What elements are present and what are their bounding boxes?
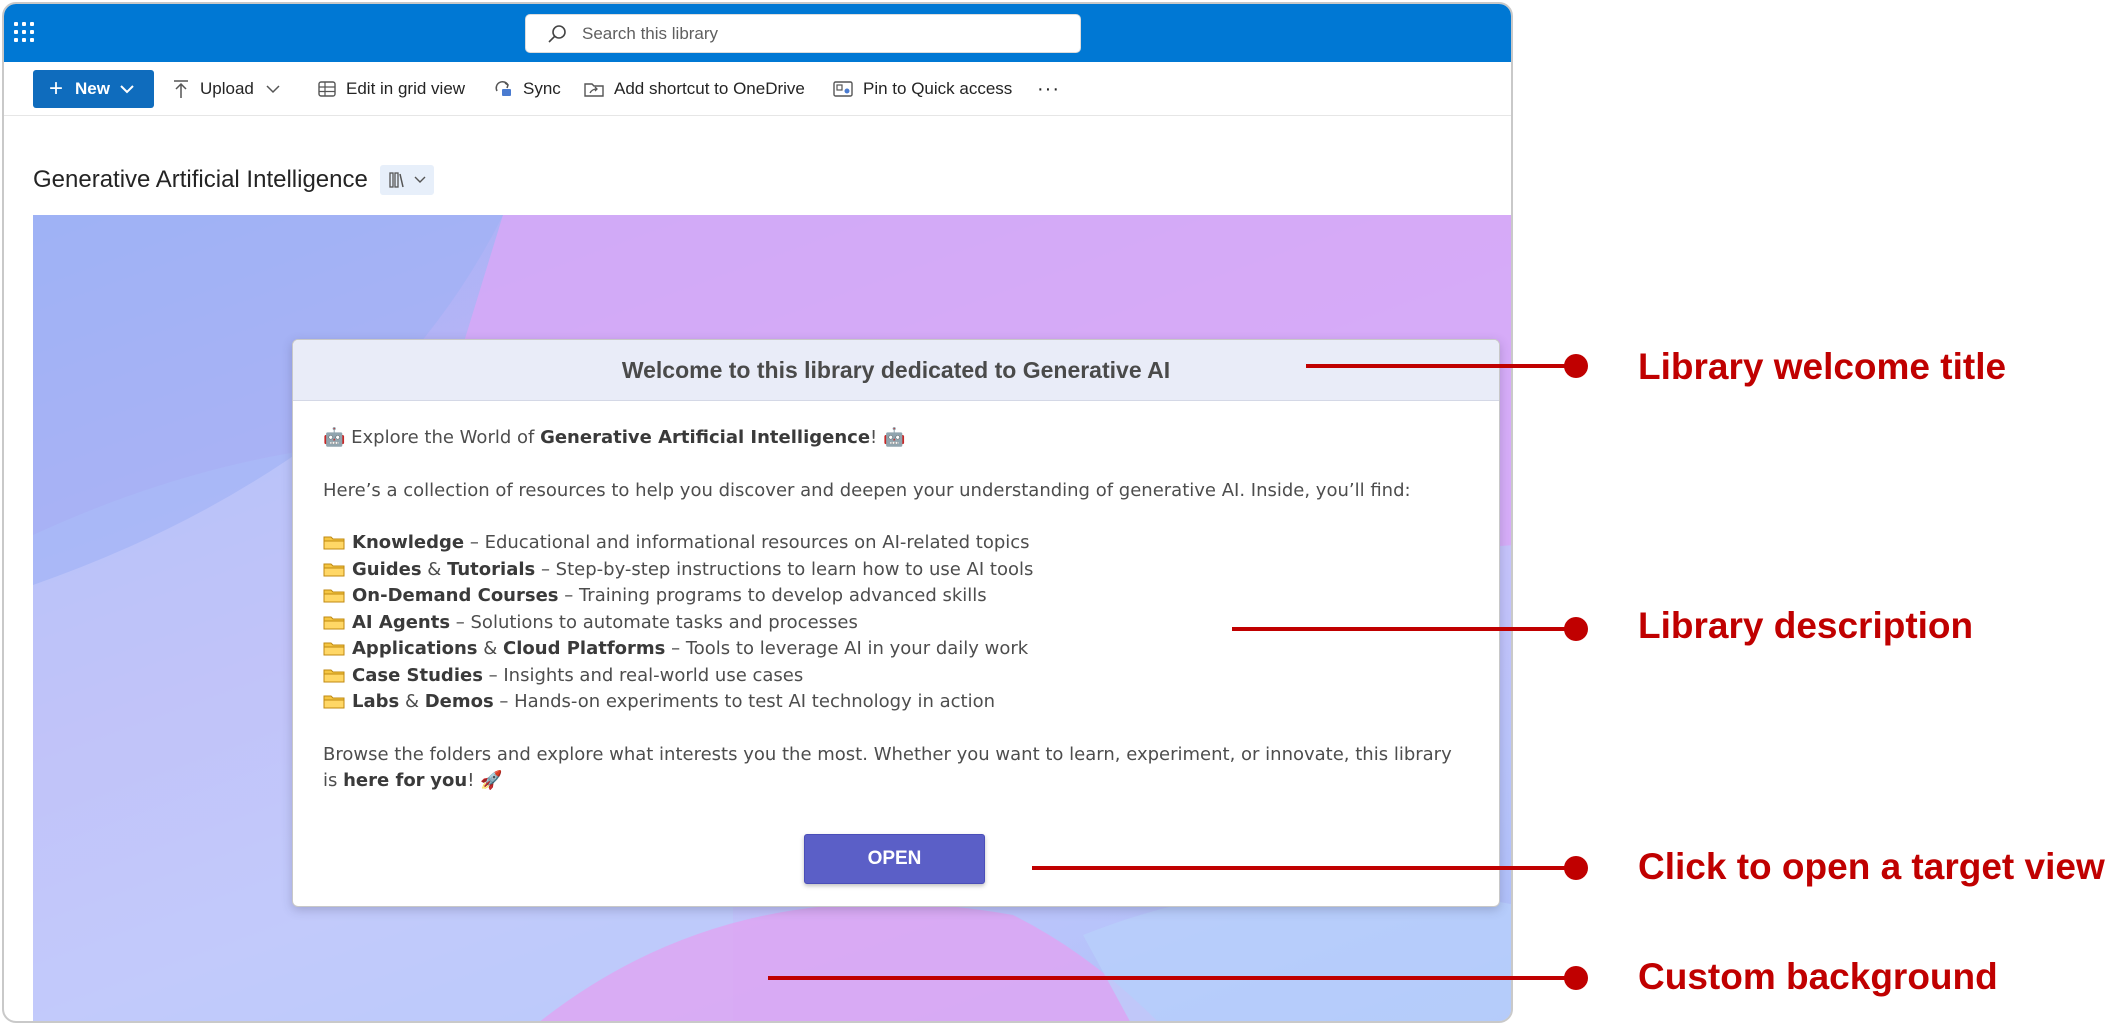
library-header: Generative Artificial Intelligence <box>33 162 434 198</box>
resource-list-item: Applications & Cloud Platforms – Tools t… <box>323 636 1469 663</box>
annotation-line <box>1032 866 1570 870</box>
resource-list-item: Guides & Tutorials – Step-by-step instru… <box>323 557 1469 584</box>
command-bar: + New Upload Edit in grid view Sync Add … <box>4 62 1511 116</box>
folder-icon <box>323 536 345 550</box>
resource-rest: – Training programs to develop advanced … <box>558 585 987 606</box>
robot-emoji-icon: 🤖 <box>323 427 346 448</box>
edit-grid-view-button[interactable]: Edit in grid view <box>318 75 465 103</box>
upload-label: Upload <box>200 79 254 98</box>
annotation-description-label: Library description <box>1638 605 1974 646</box>
app-launcher-icon[interactable] <box>14 22 36 44</box>
welcome-title: Welcome to this library dedicated to Gen… <box>293 340 1499 401</box>
sync-button[interactable]: Sync <box>493 75 561 103</box>
plus-icon: + <box>49 75 64 102</box>
add-shortcut-label: Add shortcut to OneDrive <box>614 79 805 98</box>
resource-rest: – Tools to leverage AI in your daily wor… <box>665 638 1029 659</box>
browse-line: Browse the folders and explore what inte… <box>323 742 1469 795</box>
sync-icon <box>495 81 511 96</box>
view-switcher[interactable] <box>379 165 434 195</box>
annotation-background-label: Custom background <box>1638 956 1998 997</box>
intro-suffix: ! <box>870 427 878 448</box>
resource-rest: – Solutions to automate tasks and proces… <box>450 611 858 633</box>
resource-rest: – Educational and informational resource… <box>464 532 1030 553</box>
folder-icon <box>323 669 345 682</box>
library-description: 🤖 Explore the World of Generative Artifi… <box>293 401 1499 795</box>
folder-icon <box>323 616 345 629</box>
pin-icon <box>833 81 853 97</box>
new-button-label: New <box>75 79 110 98</box>
rocket-emoji-icon: 🚀 <box>480 770 503 791</box>
library-title: Generative Artificial Intelligence <box>33 166 368 193</box>
intro-line: 🤖 Explore the World of Generative Artifi… <box>323 425 1469 452</box>
sync-label: Sync <box>523 79 561 98</box>
resource-bold1: Guides <box>352 558 422 580</box>
resource-amp: & <box>477 638 504 659</box>
resource-bold2: Tutorials <box>447 558 536 580</box>
custom-background: Welcome to this library dedicated to Gen… <box>33 215 1511 1021</box>
upload-icon <box>174 80 188 98</box>
resource-bold2: Cloud Platforms <box>503 638 666 659</box>
chevron-down-icon <box>266 85 280 94</box>
new-button[interactable]: + New <box>33 70 154 108</box>
collection-line: Here’s a collection of resources to help… <box>323 479 1411 501</box>
annotation-open-label: Click to open a target view <box>1638 846 2105 887</box>
resource-list: Knowledge – Educational and informationa… <box>323 530 1469 716</box>
resource-list-item: Knowledge – Educational and informationa… <box>323 530 1469 557</box>
shortcut-icon <box>584 83 604 97</box>
annotation-dot <box>1564 856 1588 880</box>
library-icon <box>389 172 404 188</box>
intro-bold: Generative Artificial Intelligence <box>540 427 871 448</box>
search-icon <box>548 24 566 43</box>
resource-amp: & <box>399 691 425 712</box>
intro-prefix: Explore the World of <box>351 427 541 448</box>
resource-bold1: Knowledge <box>352 532 465 553</box>
search-placeholder: Search this library <box>582 23 719 43</box>
folder-icon <box>323 642 345 656</box>
resource-bold1: Labs <box>352 691 400 712</box>
annotation-title-label: Library welcome title <box>1638 346 2007 387</box>
annotation-dot <box>1564 354 1588 378</box>
resource-rest: – Step-by-step instructions to learn how… <box>535 558 1034 580</box>
resource-bold1: Case Studies <box>352 664 483 686</box>
edit-grid-view-label: Edit in grid view <box>346 79 466 98</box>
resource-list-item: On-Demand Courses – Training programs to… <box>323 583 1469 610</box>
resource-list-item: Labs & Demos – Hands-on experiments to t… <box>323 689 1469 716</box>
pin-quick-access-label: Pin to Quick access <box>863 79 1013 98</box>
resource-bold2: Demos <box>424 691 494 712</box>
more-options-icon: ··· <box>1037 77 1060 100</box>
browse-bold-1: here for <box>343 770 425 791</box>
annotation-line <box>1232 627 1570 631</box>
pin-quick-access-button[interactable]: Pin to Quick access <box>833 75 1012 103</box>
annotation-line <box>1306 364 1570 368</box>
suite-bar: Search this library <box>4 4 1511 62</box>
folder-icon <box>323 695 345 709</box>
search-box[interactable]: Search this library <box>525 14 1081 53</box>
open-button[interactable]: OPEN <box>804 834 985 884</box>
add-shortcut-button[interactable]: Add shortcut to OneDrive <box>584 75 805 103</box>
resource-bold1: AI Agents <box>352 611 451 633</box>
upload-button[interactable]: Upload <box>172 75 280 103</box>
browse-suffix: ! <box>467 770 475 791</box>
resource-bold1: On-Demand Courses <box>352 585 559 606</box>
browse-bold-2: you <box>430 770 468 791</box>
folder-icon <box>323 563 345 576</box>
resource-rest: – Hands-on experiments to test AI techno… <box>493 691 996 712</box>
grid-icon <box>318 81 336 97</box>
more-options-button[interactable]: ··· <box>1037 75 1060 103</box>
annotation-line <box>768 976 1570 980</box>
annotation-dot <box>1564 966 1588 990</box>
resource-bold1: Applications <box>352 638 478 659</box>
robot-emoji-icon: 🤖 <box>883 427 906 448</box>
resource-list-item: Case Studies – Insights and real-world u… <box>323 663 1469 690</box>
resource-amp: & <box>421 558 448 580</box>
chevron-down-icon <box>120 85 134 94</box>
resource-list-item: AI Agents – Solutions to automate tasks … <box>323 610 1469 637</box>
annotation-dot <box>1564 617 1588 641</box>
folder-icon <box>323 589 345 603</box>
welcome-card: Welcome to this library dedicated to Gen… <box>292 339 1500 907</box>
resource-rest: – Insights and real-world use cases <box>482 664 804 686</box>
chevron-down-icon <box>414 176 426 183</box>
